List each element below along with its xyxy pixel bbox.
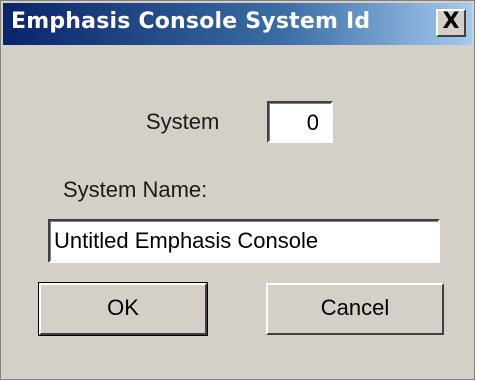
- dialog-title: Emphasis Console System Id: [11, 9, 371, 34]
- ok-button[interactable]: OK: [38, 282, 208, 336]
- cancel-button[interactable]: Cancel: [266, 283, 444, 335]
- close-button[interactable]: X: [436, 9, 466, 37]
- system-number-field[interactable]: 0: [267, 101, 333, 143]
- close-icon: X: [442, 9, 460, 34]
- title-bar[interactable]: Emphasis Console System Id X: [3, 3, 472, 45]
- system-name-field[interactable]: Untitled Emphasis Console: [48, 219, 440, 263]
- system-label: System: [146, 109, 220, 134]
- system-name-label: System Name:: [63, 177, 208, 202]
- system-id-dialog: Emphasis Console System Id X System 0 Sy…: [0, 0, 475, 380]
